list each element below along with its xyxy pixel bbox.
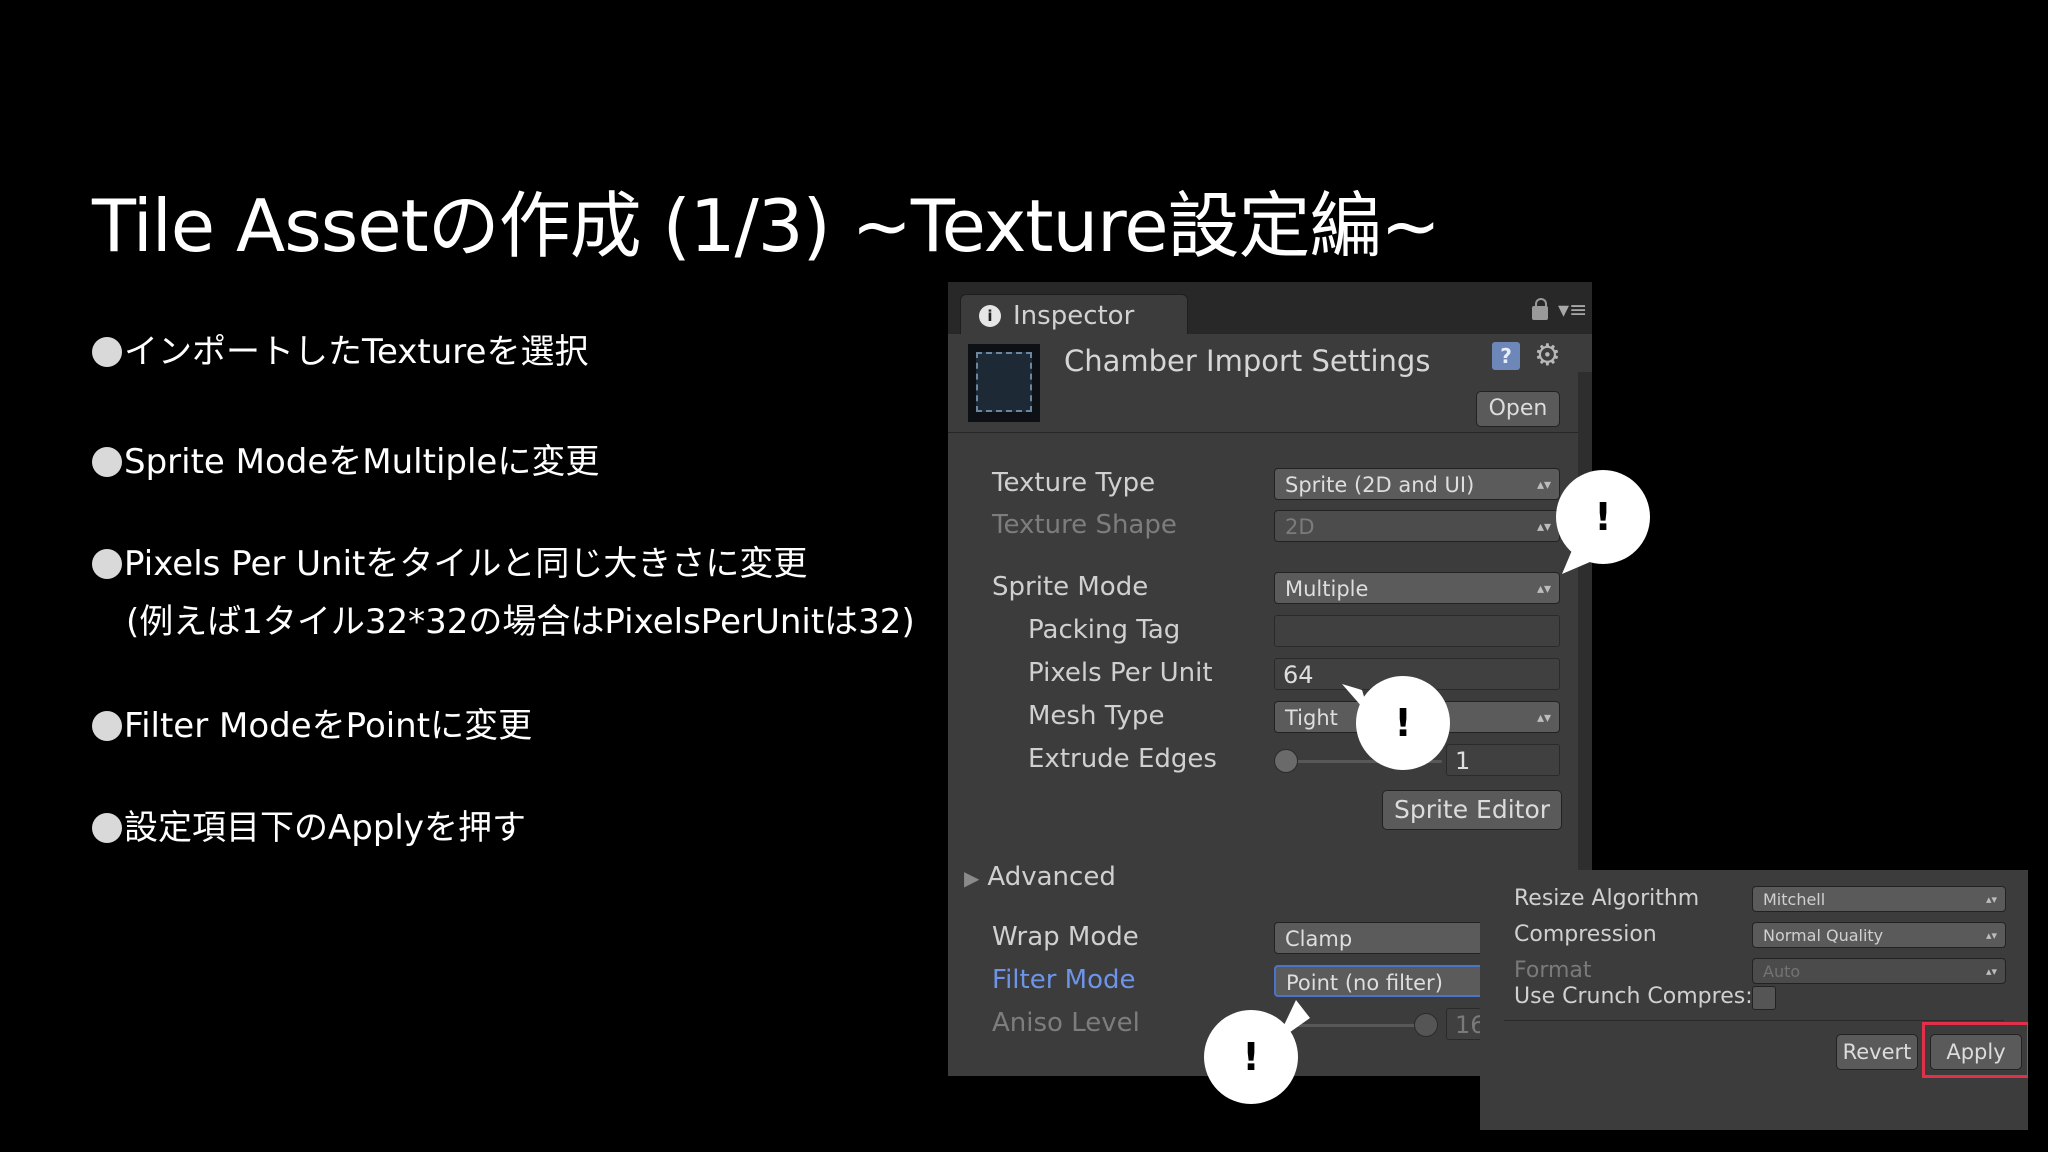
callout-tails: [1276, 536, 1604, 1042]
callout-bubble: !: [1556, 470, 1650, 564]
callout-bubble: !: [1204, 1010, 1298, 1104]
callout-bubble: !: [1356, 676, 1450, 770]
